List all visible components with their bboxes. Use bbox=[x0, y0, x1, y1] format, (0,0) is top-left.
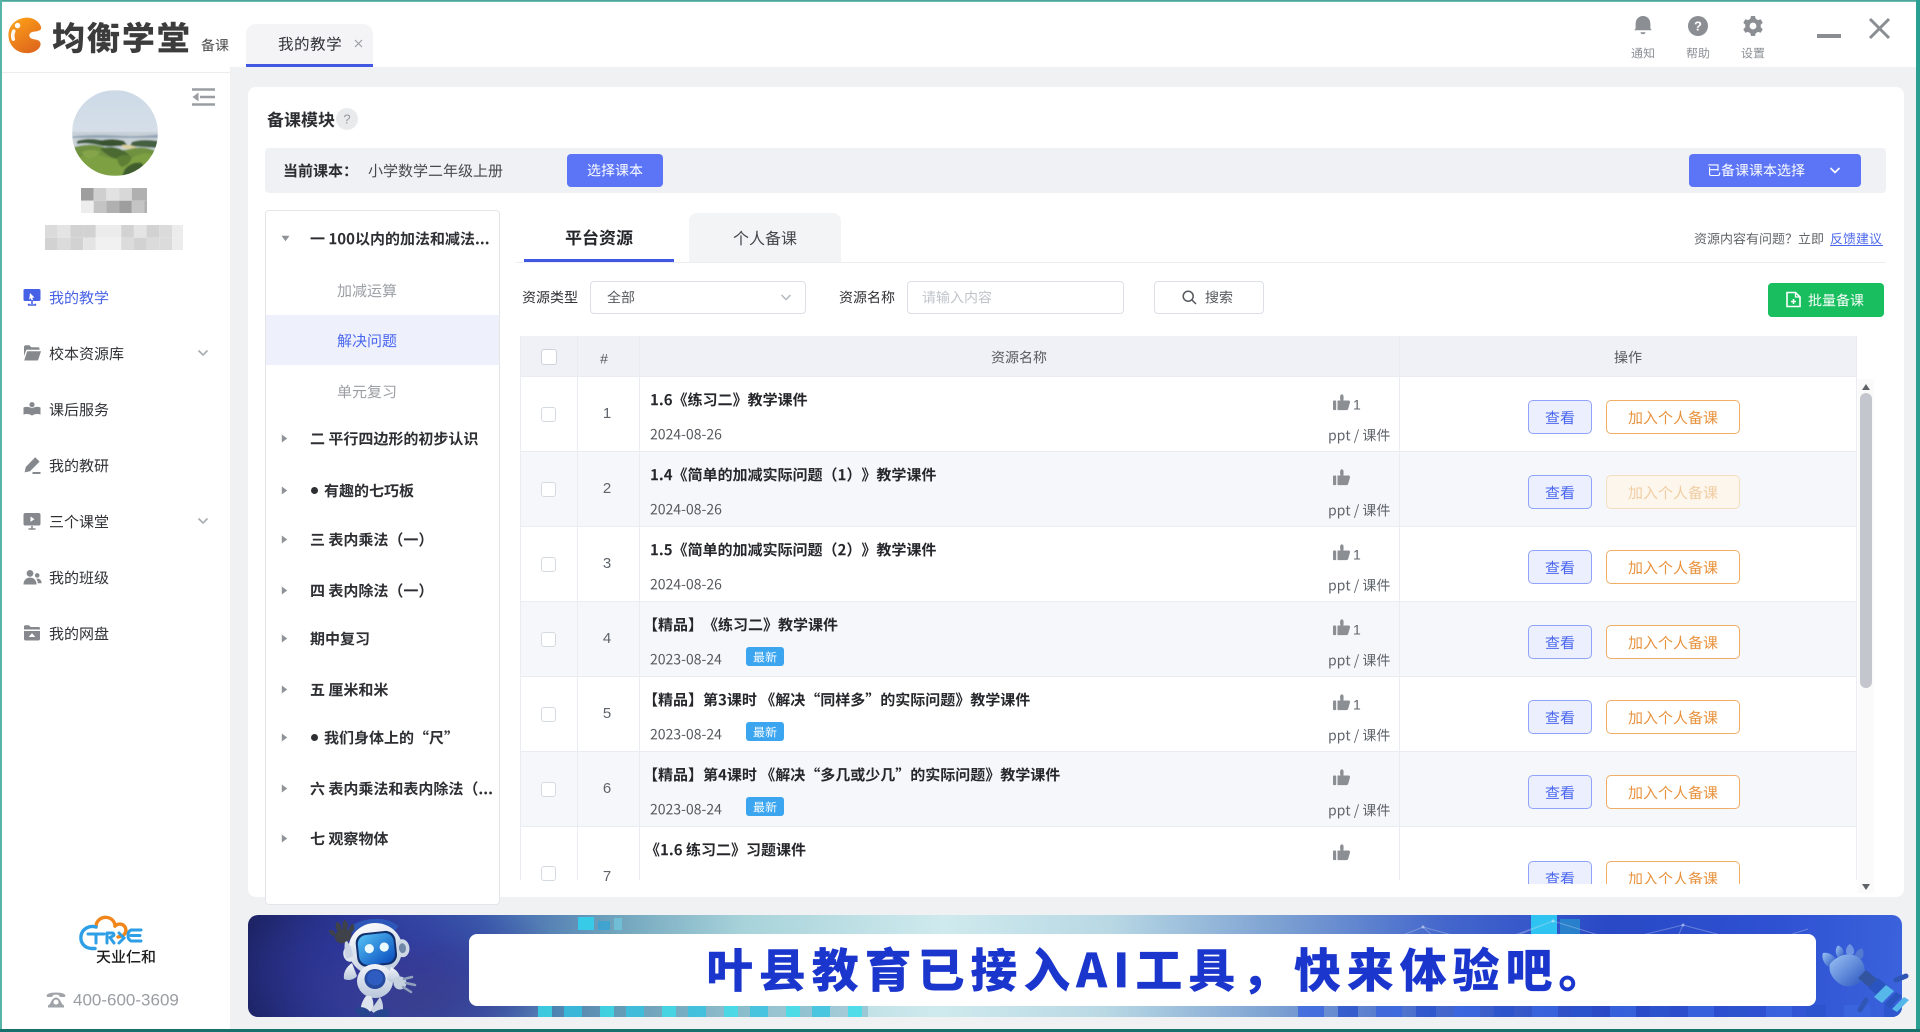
svg-text:?: ? bbox=[1694, 19, 1702, 34]
svg-text:?: ? bbox=[343, 112, 350, 127]
